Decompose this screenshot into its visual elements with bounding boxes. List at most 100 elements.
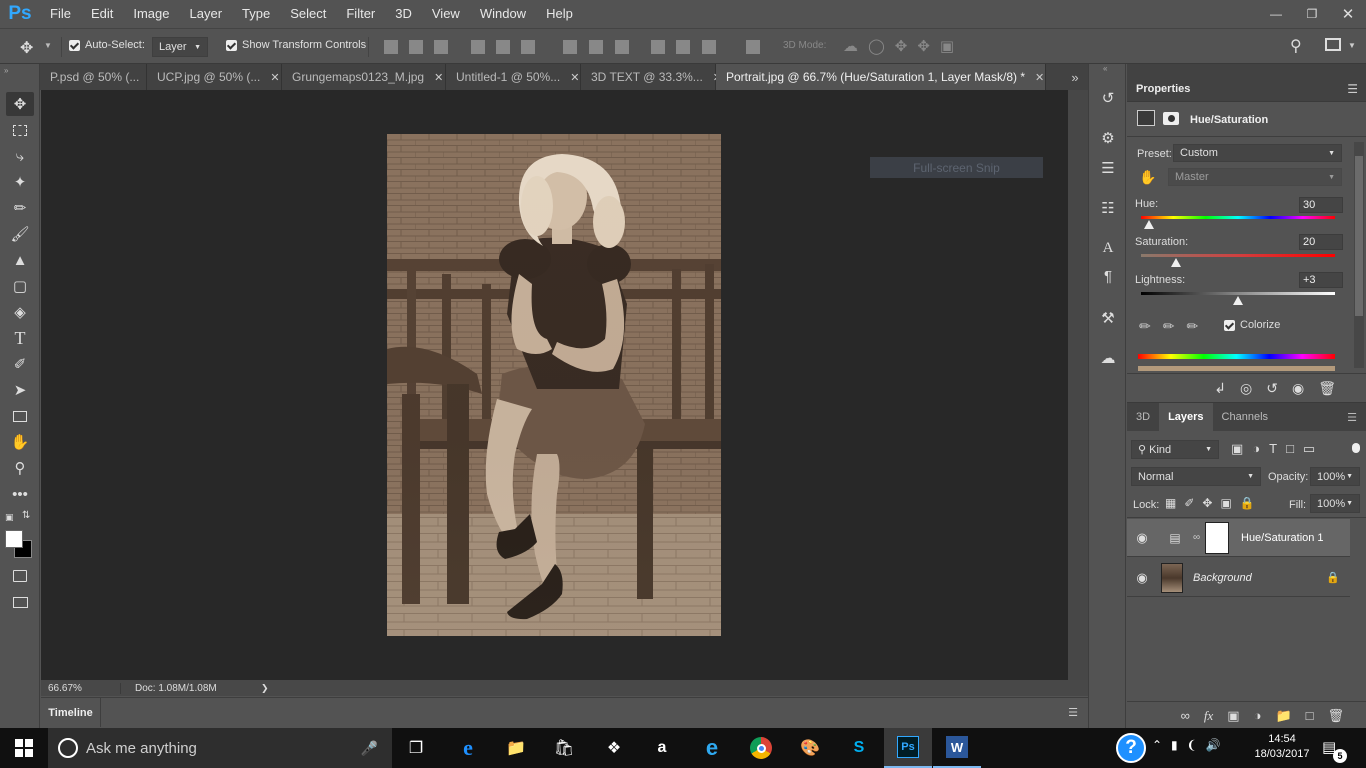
close-icon[interactable]: ✕ — [1035, 71, 1044, 84]
layer-mask-thumbnail[interactable] — [1205, 521, 1229, 554]
history-icon[interactable]: ↺ — [1098, 88, 1118, 108]
close-icon[interactable]: ✕ — [434, 71, 443, 84]
tab-doc-2[interactable]: UCP.jpg @ 50% (... ✕ — [147, 64, 282, 90]
stamp-tool-icon[interactable]: ▲ — [6, 248, 34, 272]
adjustments-icon[interactable]: ☰ — [1098, 158, 1118, 178]
chevron-down-icon[interactable]: ▼ — [1348, 41, 1356, 50]
hue-value[interactable]: 30 — [1299, 197, 1343, 213]
lasso-tool-icon[interactable]: ⤷ — [6, 144, 34, 168]
clip-to-layer-icon[interactable]: ↲ — [1214, 380, 1226, 397]
link-layers-icon[interactable]: ∞ — [1181, 708, 1190, 723]
default-colors-icon[interactable]: ▣ — [5, 512, 14, 523]
visibility-icon[interactable]: ◉ — [1292, 380, 1304, 397]
mask-icon[interactable] — [1163, 112, 1179, 125]
blend-mode-select[interactable]: Normal ▼ — [1131, 467, 1261, 486]
adjustment-layer-add-icon[interactable]: ◑ — [1254, 708, 1262, 723]
channel-select[interactable]: Master ▼ — [1168, 168, 1342, 186]
store-icon[interactable]: 🛍 — [550, 734, 578, 762]
menu-layer[interactable]: Layer — [180, 0, 233, 28]
tab-doc-1[interactable]: P.psd @ 50% (...✕ — [40, 64, 159, 90]
status-menu-arrow-icon[interactable]: ❯ — [253, 683, 269, 694]
show-transform-checkbox[interactable] — [226, 39, 237, 51]
paint-bucket-tool-icon[interactable]: ◈ — [6, 300, 34, 324]
libraries-icon[interactable]: ☁ — [1098, 348, 1118, 368]
restore-button[interactable]: ❐ — [1294, 0, 1330, 28]
layer-row-background[interactable]: ◉ Background 🔒 — [1127, 559, 1350, 597]
collapse-icon[interactable]: » — [4, 66, 8, 75]
distribute-right-icon[interactable] — [702, 40, 716, 54]
trash-icon[interactable]: 🗑 — [1327, 708, 1344, 724]
zoom-level[interactable]: 66.67% — [41, 682, 121, 694]
timeline-tab[interactable]: Timeline — [41, 698, 101, 727]
more-tabs-icon[interactable]: » — [1062, 64, 1088, 90]
portrait-image[interactable] — [387, 134, 721, 636]
show-transform-toggle[interactable]: Show Transform Controls — [226, 39, 366, 51]
close-icon[interactable]: ✕ — [570, 71, 579, 84]
trash-icon[interactable]: 🗑 — [1318, 380, 1336, 397]
new-group-icon[interactable]: 📁 — [1275, 708, 1291, 724]
tab-layers[interactable]: Layers — [1159, 403, 1213, 431]
character-icon[interactable]: A — [1098, 238, 1118, 258]
fill-input[interactable]: 100% ▼ — [1310, 494, 1360, 513]
tab-3d[interactable]: 3D — [1127, 403, 1159, 431]
tab-doc-5[interactable]: 3D TEXT @ 33.3%...✕ — [581, 64, 722, 90]
lightness-slider-thumb[interactable] — [1233, 296, 1243, 305]
opacity-input[interactable]: 100% ▼ — [1310, 467, 1360, 486]
align-top-icon[interactable] — [384, 40, 398, 54]
paragraph-icon[interactable]: ¶ — [1098, 266, 1118, 286]
word-task[interactable]: W — [933, 728, 981, 768]
menu-window[interactable]: Window — [470, 0, 536, 28]
chrome-icon[interactable] — [747, 734, 775, 762]
swap-colors-icon[interactable]: ⇅ — [22, 510, 30, 521]
saturation-slider-thumb[interactable] — [1170, 258, 1181, 267]
help-icon[interactable]: ? — [1116, 733, 1146, 763]
lightness-slider[interactable] — [1141, 292, 1335, 295]
layer-name[interactable]: Hue/Saturation 1 — [1241, 532, 1324, 544]
eye-icon[interactable]: ◉ — [1127, 570, 1157, 586]
lock-icons[interactable]: ▦✐✥▣🔒 — [1165, 496, 1263, 510]
collapse-icon[interactable]: « — [1103, 64, 1107, 73]
search-icon[interactable]: ⚲ — [1290, 36, 1302, 56]
saturation-value[interactable]: 20 — [1299, 234, 1343, 250]
eye-icon[interactable]: ◉ — [1127, 530, 1157, 546]
brush-tool-icon[interactable]: 🖌 — [6, 222, 34, 246]
photoshop-task-active[interactable]: Ps — [884, 728, 932, 768]
task-view-icon[interactable]: ❐ — [402, 734, 430, 762]
marquee-tool-icon[interactable] — [6, 118, 34, 142]
distribute-left-icon[interactable] — [651, 40, 665, 54]
layer-filter-icons[interactable]: ▣◑T□▭ — [1231, 441, 1324, 457]
distribute-vcenter-icon[interactable] — [589, 40, 603, 54]
layer-row-hue-saturation[interactable]: ◉ ▤ ∞ Hue/Saturation 1 — [1127, 519, 1350, 557]
pen-tool-icon[interactable]: ✐ — [6, 352, 34, 376]
skype-icon[interactable]: S — [845, 734, 873, 762]
menu-view[interactable]: View — [422, 0, 470, 28]
cortana-search-box[interactable]: Ask me anything 🎤 — [48, 728, 392, 768]
distribute-hcenter-icon[interactable] — [676, 40, 690, 54]
view-previous-icon[interactable]: ◎ — [1240, 380, 1252, 397]
eyedropper-icons[interactable]: ✏✏✏ — [1139, 318, 1210, 335]
properties-scrollbar[interactable] — [1354, 142, 1364, 368]
eyedropper-tool-icon[interactable]: ✏ — [6, 196, 34, 220]
auto-select-toggle[interactable]: Auto-Select: — [69, 39, 145, 51]
rectangle-tool-icon[interactable] — [6, 404, 34, 428]
hamburger-icon[interactable]: ☰ — [1347, 82, 1358, 96]
auto-align-icon[interactable] — [746, 40, 760, 54]
paint-icon[interactable]: 🎨 — [796, 734, 824, 762]
tab-doc-active[interactable]: Portrait.jpg @ 66.7% (Hue/Saturation 1, … — [716, 64, 1046, 90]
colorize-checkbox[interactable] — [1224, 319, 1235, 331]
dropbox-icon[interactable]: ❖ — [600, 734, 628, 762]
windows-start-icon[interactable] — [0, 728, 48, 768]
colorize-toggle[interactable]: Colorize — [1224, 319, 1280, 331]
layer-filter-select[interactable]: ⚲ Kind ▼ — [1131, 440, 1219, 459]
distribute-bottom-icon[interactable] — [615, 40, 629, 54]
3d-mode-icons[interactable]: ☁◯✥✥▣ — [843, 37, 964, 55]
fx-icon[interactable]: fx — [1204, 708, 1213, 724]
align-vcenter-icon[interactable] — [409, 40, 423, 54]
internet-explorer-icon[interactable]: e — [698, 734, 726, 762]
eraser-tool-icon[interactable]: ▢ — [6, 274, 34, 298]
preset-select[interactable]: Custom ▼ — [1173, 144, 1342, 162]
clone-source-icon[interactable]: ☷ — [1098, 198, 1118, 218]
close-icon[interactable]: ✕ — [270, 71, 279, 84]
layer-name[interactable]: Background — [1193, 572, 1252, 584]
menu-filter[interactable]: Filter — [336, 0, 385, 28]
